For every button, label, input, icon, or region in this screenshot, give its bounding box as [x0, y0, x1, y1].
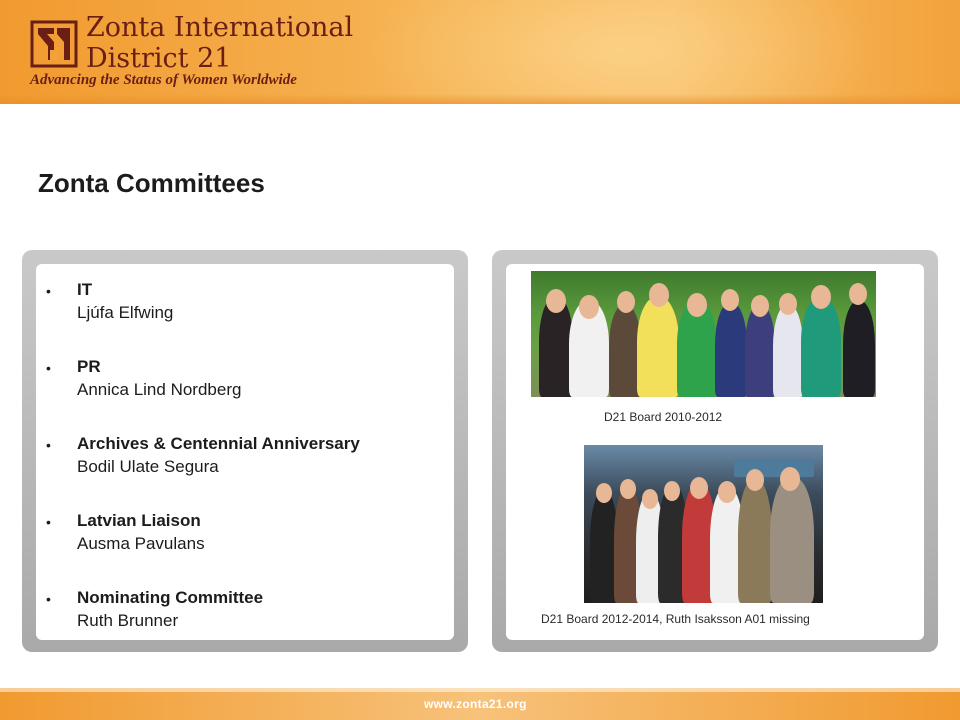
committee-item: • Latvian Liaison Ausma Pavulans: [46, 511, 446, 588]
bullet-icon: •: [46, 591, 51, 607]
committee-person: Ruth Brunner: [77, 611, 179, 630]
photo-person-head: [642, 489, 658, 509]
footer-url[interactable]: www.zonta21.org: [424, 697, 527, 711]
photo-person-head: [546, 289, 566, 313]
photo-person: [770, 477, 814, 603]
committee-person: Bodil Ulate Segura: [77, 457, 219, 476]
zonta-logo-icon: [30, 20, 78, 68]
photo-caption: D21 Board 2010-2012: [604, 410, 723, 424]
bullet-icon: •: [46, 283, 51, 299]
committee-item: • Nominating Committee Ruth Brunner: [46, 588, 446, 665]
committee-person: Ljúfa Elfwing: [77, 303, 174, 322]
committee-name: Nominating Committee: [77, 588, 264, 607]
page-title: Zonta Committees: [38, 168, 265, 198]
photo-person-head: [664, 481, 680, 501]
photo-person-head: [620, 479, 636, 499]
photo-person-head: [579, 295, 599, 319]
bullet-icon: •: [46, 360, 51, 376]
photo-person: [715, 303, 747, 397]
photo-person-head: [617, 291, 635, 313]
photo-person-head: [779, 293, 797, 315]
photo-person: [801, 297, 841, 397]
board-photo-2012-2014: [584, 445, 823, 603]
committee-item: • PR Annica Lind Nordberg: [46, 357, 446, 434]
photo-caption: D21 Board 2012-2014, Ruth Isaksson A01 m…: [541, 612, 810, 626]
photo-person: [773, 305, 803, 397]
header-tagline: Advancing the Status of Women Worldwide: [30, 72, 297, 88]
photo-person-head: [596, 483, 612, 503]
photo-person-head: [690, 477, 708, 499]
committee-person: Annica Lind Nordberg: [77, 380, 242, 399]
committee-name: Latvian Liaison: [77, 511, 201, 530]
photo-person-head: [718, 481, 736, 503]
photo-person-head: [746, 469, 764, 491]
photo-person: [637, 297, 679, 397]
committee-item: • IT Ljúfa Elfwing: [46, 280, 446, 357]
committee-list: • IT Ljúfa Elfwing • PR Annica Lind Nord…: [46, 280, 446, 665]
photo-person-head: [649, 283, 669, 307]
photo-person-head: [849, 283, 867, 305]
header-banner: Zonta International District 21 Advancin…: [0, 0, 960, 104]
photo-person: [843, 301, 875, 397]
committee-person: Ausma Pavulans: [77, 534, 205, 553]
photo-person-head: [780, 467, 800, 491]
photo-person-head: [687, 293, 707, 317]
header-title-line1: Zonta International: [86, 12, 354, 43]
photo-person-head: [751, 295, 769, 317]
footer-bar: www.zonta21.org: [0, 688, 960, 720]
committee-name: PR: [77, 357, 101, 376]
header-title-line2: District 21: [86, 43, 232, 74]
board-photo-2010-2012: [531, 271, 876, 397]
photo-person-head: [811, 285, 831, 309]
photo-person: [745, 305, 775, 397]
photo-person: [738, 479, 772, 603]
bullet-icon: •: [46, 514, 51, 530]
bullet-icon: •: [46, 437, 51, 453]
header-glow: [360, 0, 880, 104]
committee-name: Archives & Centennial Anniversary: [77, 434, 360, 453]
committee-name: IT: [77, 280, 93, 299]
committee-item: • Archives & Centennial Anniversary Bodi…: [46, 434, 446, 511]
photo-person-head: [721, 289, 739, 311]
